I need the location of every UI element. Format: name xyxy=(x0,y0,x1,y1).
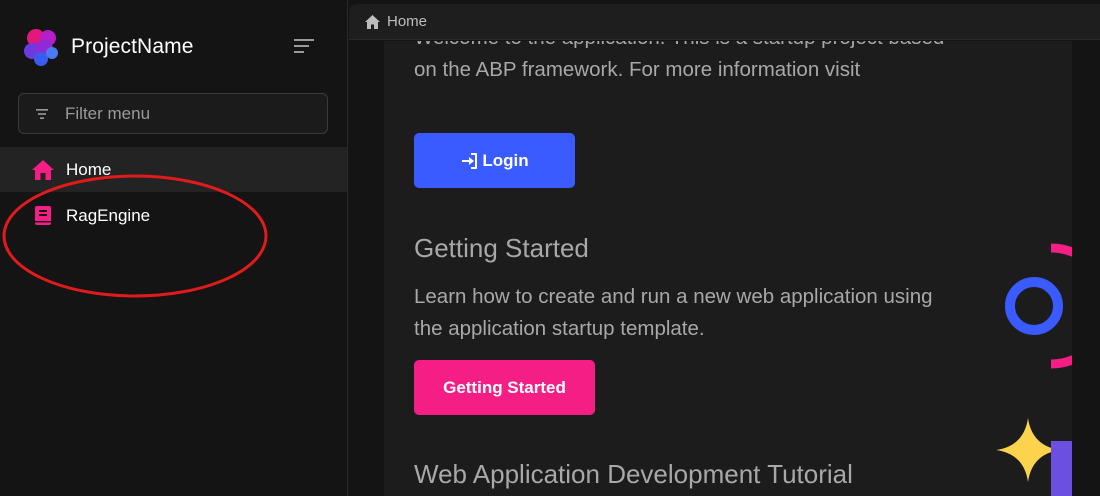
book-icon xyxy=(31,205,55,227)
app-window: ProjectName Home xyxy=(0,0,1100,496)
main-area: Home Welcome to the application. This is… xyxy=(349,0,1100,496)
filter-menu-box xyxy=(18,93,328,134)
sidebar-item-label: RagEngine xyxy=(66,205,151,225)
content-card: Welcome to the application. This is a st… xyxy=(384,41,1072,496)
breadcrumb-home[interactable]: Home xyxy=(387,13,427,30)
home-icon xyxy=(31,159,55,181)
getting-started-heading: Getting Started xyxy=(414,233,589,263)
home-icon[interactable] xyxy=(364,14,381,30)
decorative-ring-icon xyxy=(1005,243,1072,369)
sidebar-collapse-icon[interactable] xyxy=(290,34,318,58)
getting-started-button-label: Getting Started xyxy=(443,377,566,397)
sidebar-item-ragengine[interactable]: RagEngine xyxy=(0,193,347,238)
getting-started-text: Learn how to create and run a new web ap… xyxy=(414,285,933,340)
tutorial-heading: Web Application Development Tutorial xyxy=(414,459,853,489)
brand-name: ProjectName xyxy=(71,35,194,58)
sidebar: ProjectName Home xyxy=(0,0,348,496)
scroll-gutter xyxy=(1072,41,1100,496)
intro-text: Welcome to the application. This is a st… xyxy=(414,41,944,81)
brand[interactable]: ProjectName xyxy=(22,27,193,67)
filter-menu-input[interactable] xyxy=(63,102,327,125)
brand-logo-icon xyxy=(24,29,58,66)
getting-started-button[interactable]: Getting Started xyxy=(414,360,595,415)
sign-in-icon xyxy=(462,152,478,169)
sidebar-item-home[interactable]: Home xyxy=(0,147,347,192)
sidebar-item-label: Home xyxy=(66,159,112,179)
login-button-label: Login xyxy=(482,150,529,170)
breadcrumb: Home xyxy=(349,4,1100,40)
filter-icon xyxy=(36,108,48,119)
login-button[interactable]: Login xyxy=(414,133,575,188)
decorative-bar xyxy=(1051,441,1072,496)
